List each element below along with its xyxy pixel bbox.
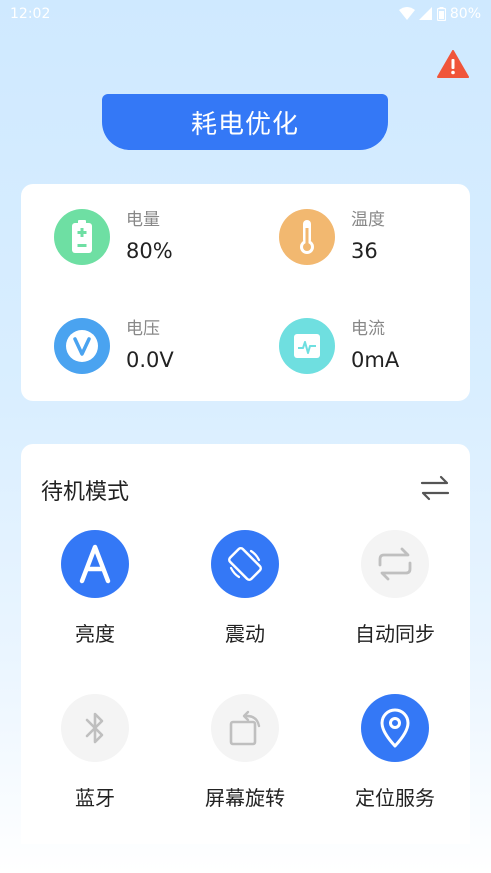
rotate-icon[interactable]	[211, 694, 279, 762]
sync-icon[interactable]	[361, 530, 429, 598]
info-label: 电压	[126, 319, 160, 339]
battery-icon	[54, 209, 110, 265]
switch-icon[interactable]	[419, 472, 451, 504]
mode-item-bluetooth[interactable]: 蓝牙	[20, 694, 170, 811]
mode-label: 震动	[225, 622, 265, 646]
status-time: 12:02	[10, 6, 51, 22]
battery-status-icon	[436, 7, 446, 21]
current-icon	[279, 318, 335, 374]
info-value: 36	[351, 239, 378, 263]
mode-label: 亮度	[75, 622, 115, 646]
info-value: 0mA	[351, 348, 400, 372]
bluetooth-icon[interactable]	[61, 694, 129, 762]
status-battery-text: 80%	[449, 6, 481, 22]
standby-mode-card: 待机模式 亮度 震动 自动同步 蓝牙 屏幕旋转 定位服务	[21, 444, 470, 844]
power-optimize-label: 耗电优化	[190, 109, 299, 140]
info-value: 0.0V	[126, 348, 174, 372]
mode-item-brightness[interactable]: 亮度	[20, 530, 170, 647]
mode-label: 自动同步	[355, 622, 435, 646]
status-icons: 80%	[398, 6, 481, 22]
battery-info-card: 电量 80% 温度 36 电压 0.0V 电流 0mA	[21, 184, 470, 401]
info-voltage: 电压 0.0V	[54, 317, 174, 375]
brightness-icon[interactable]	[61, 530, 129, 598]
mode-label: 定位服务	[355, 786, 435, 810]
power-optimize-button[interactable]: 耗电优化	[102, 94, 388, 150]
info-temperature: 温度 36	[279, 208, 385, 266]
signal-icon	[418, 7, 433, 21]
location-icon[interactable]	[361, 694, 429, 762]
info-current: 电流 0mA	[279, 317, 399, 375]
status-bar: 12:02 80%	[0, 0, 491, 28]
mode-label: 屏幕旋转	[205, 786, 285, 810]
mode-item-location[interactable]: 定位服务	[320, 694, 470, 811]
mode-label: 蓝牙	[75, 786, 115, 810]
warning-icon[interactable]	[437, 50, 469, 78]
wifi-icon	[398, 7, 415, 21]
info-battery: 电量 80%	[54, 208, 173, 266]
info-label: 温度	[351, 210, 385, 230]
vibrate-icon[interactable]	[211, 530, 279, 598]
info-label: 电量	[126, 210, 160, 230]
mode-item-rotate[interactable]: 屏幕旋转	[170, 694, 320, 811]
mode-item-vibrate[interactable]: 震动	[170, 530, 320, 647]
mode-title: 待机模式	[41, 480, 130, 505]
info-value: 80%	[126, 239, 173, 263]
voltage-icon	[54, 318, 110, 374]
thermometer-icon	[279, 209, 335, 265]
info-label: 电流	[351, 319, 385, 339]
mode-item-sync[interactable]: 自动同步	[320, 530, 470, 647]
